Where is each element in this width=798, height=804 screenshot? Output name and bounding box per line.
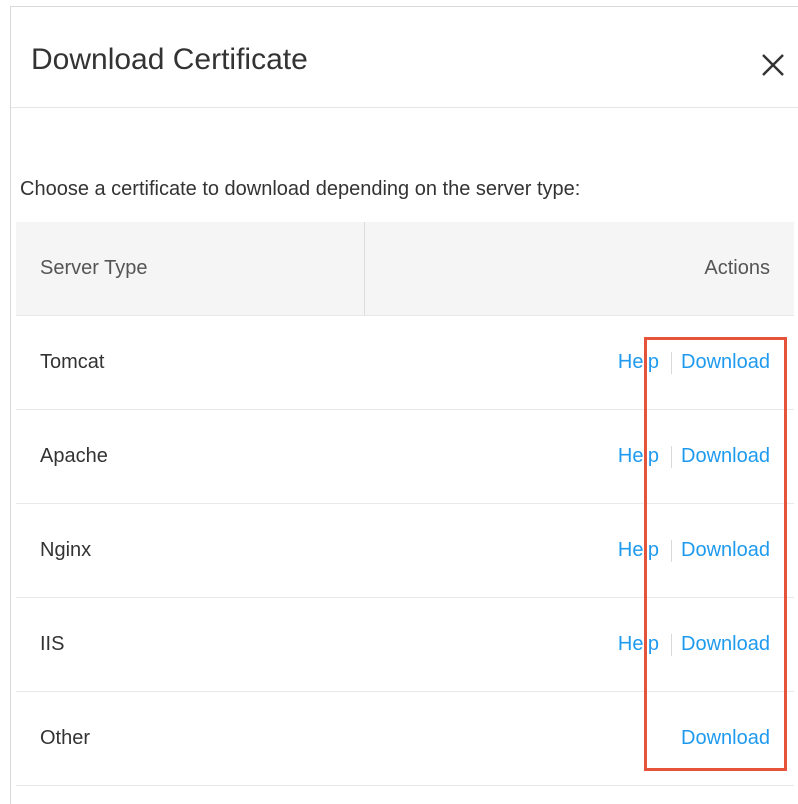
server-type-cell: Other [16, 691, 365, 786]
actions-cell: Help Download [364, 409, 794, 504]
header-server-type: Server Type [16, 222, 365, 316]
download-link[interactable]: Download [681, 727, 770, 749]
help-link[interactable]: Help [618, 539, 659, 561]
table-header-row: Server Type Actions [16, 222, 794, 316]
link-separator [671, 633, 673, 656]
link-separator [671, 351, 673, 374]
link-separator [671, 539, 673, 562]
server-type-cell: Tomcat [16, 315, 365, 410]
server-type-cell: Nginx [16, 503, 365, 598]
dialog-title: Download Certificate [31, 43, 308, 76]
actions-cell: Help Download [364, 597, 794, 692]
actions-cell: Help Download [364, 503, 794, 598]
actions-cell: Download [364, 691, 794, 786]
help-link[interactable]: Help [618, 351, 659, 373]
table-row: Other Download [16, 691, 794, 786]
help-link[interactable]: Help [618, 445, 659, 467]
certificate-table: Server Type Actions Tomcat Help Download … [16, 222, 794, 786]
intro-text: Choose a certificate to download dependi… [20, 178, 581, 200]
download-link[interactable]: Download [681, 633, 770, 655]
download-link[interactable]: Download [681, 351, 770, 373]
table-row: Apache Help Download [16, 409, 794, 504]
close-icon [762, 54, 784, 76]
server-type-cell: Apache [16, 409, 365, 504]
download-link[interactable]: Download [681, 445, 770, 467]
close-button[interactable] [753, 45, 793, 85]
table-row: IIS Help Download [16, 597, 794, 692]
dialog-header: Download Certificate [11, 7, 798, 108]
download-link[interactable]: Download [681, 539, 770, 561]
link-separator [671, 445, 673, 468]
help-link[interactable]: Help [618, 633, 659, 655]
header-actions: Actions [364, 222, 794, 316]
table-row: Nginx Help Download [16, 503, 794, 598]
actions-cell: Help Download [364, 315, 794, 410]
server-type-cell: IIS [16, 597, 365, 692]
table-row: Tomcat Help Download [16, 315, 794, 410]
